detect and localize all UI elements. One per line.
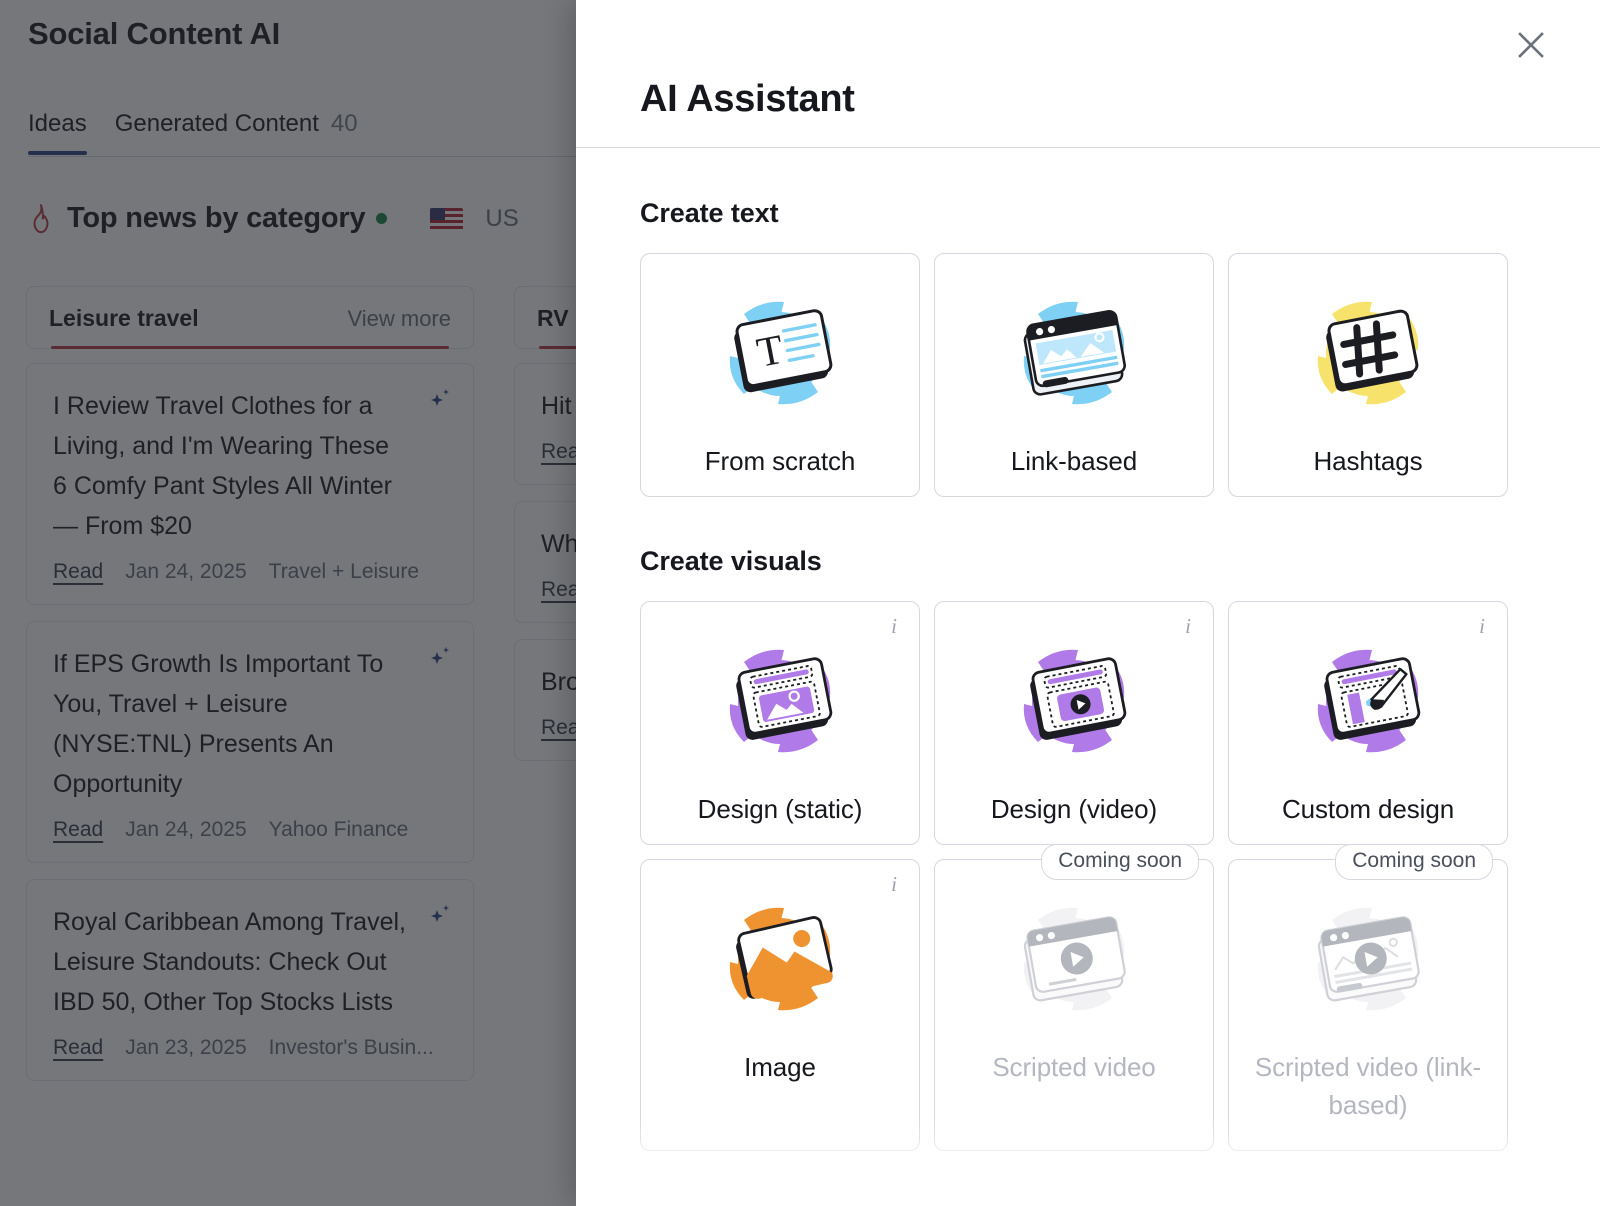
card-design-video[interactable]: i	[934, 601, 1214, 845]
card-label: From scratch	[705, 442, 855, 480]
browser-window-icon	[992, 284, 1156, 432]
card-hashtags[interactable]: Hashtags	[1228, 253, 1508, 497]
modal-title: AI Assistant	[640, 78, 855, 121]
section-title-create-visuals: Create visuals	[640, 546, 1536, 577]
custom-design-icon	[1286, 632, 1450, 780]
info-icon[interactable]: i	[885, 872, 903, 896]
modal-header: AI Assistant	[576, 0, 1600, 148]
info-icon[interactable]: i	[1473, 614, 1491, 638]
info-icon[interactable]: i	[885, 614, 903, 638]
card-label: Image	[744, 1048, 816, 1086]
design-video-icon	[992, 632, 1156, 780]
card-link-based[interactable]: Link-based	[934, 253, 1214, 497]
modal-body: Create text	[576, 148, 1600, 1206]
card-scripted-video: Coming soon	[934, 859, 1214, 1151]
info-icon[interactable]: i	[1179, 614, 1197, 638]
screen-root: Social Content AI Ideas Generated Conten…	[0, 0, 1600, 1206]
card-label: Design (video)	[991, 790, 1157, 828]
card-label: Scripted video	[992, 1048, 1155, 1086]
create-text-grid: T From scratch	[640, 253, 1536, 497]
create-visuals-grid: i	[640, 601, 1536, 1151]
ai-assistant-modal: AI Assistant Create text	[576, 0, 1600, 1206]
card-label: Scripted video (link-based)	[1229, 1048, 1507, 1124]
card-label: Hashtags	[1313, 442, 1422, 480]
scripted-video-link-icon	[1286, 890, 1450, 1038]
card-design-static[interactable]: i	[640, 601, 920, 845]
hashtag-card-icon	[1286, 284, 1450, 432]
card-scripted-video-link-based: Coming soon	[1228, 859, 1508, 1151]
card-label: Design (static)	[698, 790, 863, 828]
close-icon[interactable]	[1512, 26, 1550, 64]
card-custom-design[interactable]: i	[1228, 601, 1508, 845]
coming-soon-badge: Coming soon	[1041, 844, 1199, 880]
card-image[interactable]: i	[640, 859, 920, 1151]
card-label: Custom design	[1282, 790, 1454, 828]
coming-soon-badge: Coming soon	[1335, 844, 1493, 880]
section-title-create-text: Create text	[640, 198, 1536, 229]
scripted-video-icon	[992, 890, 1156, 1038]
design-static-icon	[698, 632, 862, 780]
card-label: Link-based	[1011, 442, 1137, 480]
card-from-scratch[interactable]: T From scratch	[640, 253, 920, 497]
document-text-icon: T	[698, 284, 862, 432]
image-icon	[698, 890, 862, 1038]
